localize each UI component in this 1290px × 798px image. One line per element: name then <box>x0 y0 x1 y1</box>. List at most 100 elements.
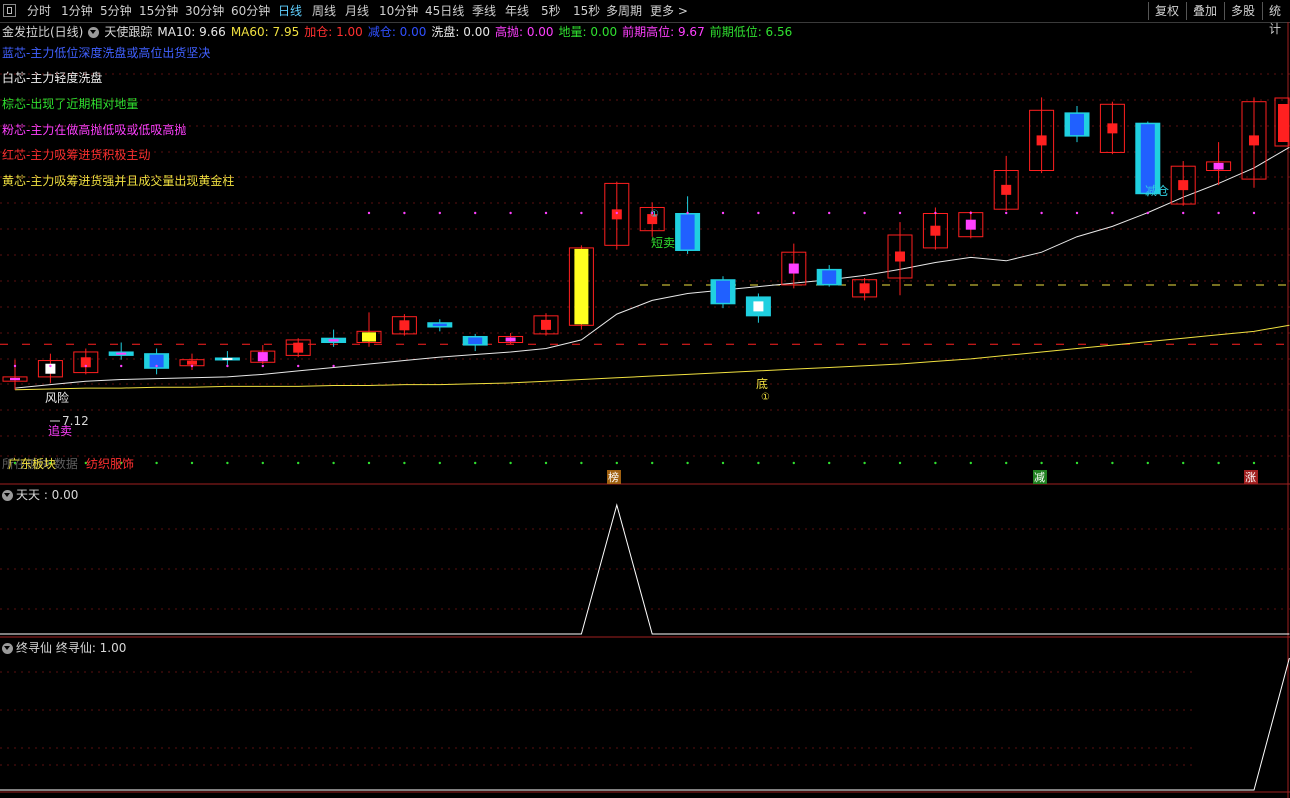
badge-zhang: 涨 <box>1245 471 1256 484</box>
candle-core-33 <box>1178 180 1189 191</box>
candle-marker-16 <box>580 211 583 215</box>
candle-marker-24 <box>863 211 866 215</box>
bottom-dot-28 <box>1005 461 1008 465</box>
candle-marker-33 <box>1182 211 1185 215</box>
bottom-dot-10 <box>367 461 371 465</box>
candle-core-20 <box>716 280 730 303</box>
bottom-dot-22 <box>792 461 795 465</box>
bottom-dot-34 <box>1217 461 1220 465</box>
annotation-top-marker: ① <box>650 209 659 220</box>
bottom-dot-4 <box>155 461 158 465</box>
candle-marker-34 <box>1217 211 1220 215</box>
bottom-dot-19 <box>686 461 689 465</box>
sub-panel-2-title: 终寻仙 终寻仙: 1.00 <box>2 639 126 656</box>
bottom-dot-14 <box>509 461 512 465</box>
candle-core-17 <box>611 209 622 220</box>
sector-label-1: 广东板块 <box>8 457 56 471</box>
bottom-dot-20 <box>721 461 725 465</box>
candle-marker-15 <box>544 211 548 215</box>
candle-marker-7 <box>261 364 264 368</box>
candle-core-25 <box>895 251 905 262</box>
candle-core-5 <box>187 360 197 365</box>
candle-marker-31 <box>1111 211 1114 215</box>
candle-marker-2 <box>84 364 88 368</box>
candle-marker-29 <box>1040 211 1043 215</box>
candle-marker-19 <box>686 211 689 215</box>
kline-chart[interactable]: 短卖减仓底①①风险7.12追卖所在板块 数据广东板块 纺织服饰榜减涨 <box>0 0 1290 798</box>
bottom-dot-15 <box>544 461 548 465</box>
candle-marker-27 <box>969 211 972 215</box>
candle-core-26 <box>930 225 941 236</box>
bottom-dot-11 <box>403 461 406 465</box>
sub-panel-1-dropdown-icon[interactable] <box>2 490 13 501</box>
ma10-line <box>14 146 1290 389</box>
edge-candle-core <box>1278 104 1289 142</box>
bottom-dot-6 <box>226 461 229 465</box>
ma60-line <box>14 324 1290 391</box>
bottom-dot-33 <box>1182 461 1185 465</box>
candle-marker-32 <box>1146 211 1150 215</box>
candle-core-3 <box>116 352 127 355</box>
bottom-dot-21 <box>757 461 760 465</box>
sub-panel-2-line <box>0 657 1290 791</box>
candle-marker-9 <box>332 364 335 368</box>
bottom-dot-24 <box>863 461 866 465</box>
candle-core-0 <box>10 377 20 381</box>
candle-core-31 <box>1107 123 1118 134</box>
candle-core-23 <box>822 270 837 284</box>
candle-marker-17 <box>615 211 618 215</box>
candle-marker-12 <box>438 211 441 215</box>
candle-core-10 <box>362 332 376 342</box>
candle-core-11 <box>399 320 410 331</box>
bottom-dot-9 <box>332 461 335 465</box>
sub-panel-2-label: 终寻仙 终寻仙: 1.00 <box>16 641 127 655</box>
candle-marker-11 <box>403 211 406 215</box>
bottom-dot-30 <box>1075 461 1079 465</box>
candle-marker-26 <box>934 211 937 215</box>
candle-core-21 <box>753 301 764 312</box>
candle-marker-1 <box>49 364 52 368</box>
candle-core-16 <box>574 248 589 325</box>
candle-core-15 <box>541 319 551 330</box>
sub-panel-2-dropdown-icon[interactable] <box>2 643 13 654</box>
bottom-dot-5 <box>190 461 194 465</box>
candle-core-35 <box>1249 135 1259 146</box>
candle-marker-8 <box>297 364 300 368</box>
candle-core-30 <box>1070 113 1084 136</box>
candle-core-14 <box>505 337 516 342</box>
bottom-dot-23 <box>828 461 831 465</box>
candle-core-8 <box>293 342 304 353</box>
candle-marker-35 <box>1252 211 1256 215</box>
candle-marker-13 <box>474 211 477 215</box>
bottom-dot-12 <box>438 461 441 465</box>
candle-marker-0 <box>13 364 17 368</box>
candle-core-29 <box>1036 135 1047 146</box>
candle-marker-25 <box>898 211 902 215</box>
candle-marker-22 <box>792 211 795 215</box>
candle-marker-5 <box>190 364 194 368</box>
candle-marker-21 <box>757 211 760 215</box>
candle-marker-23 <box>828 211 831 215</box>
candle-core-32 <box>1140 124 1155 193</box>
bottom-dot-13 <box>474 461 477 465</box>
annotation-di: 底 <box>756 376 768 391</box>
candle-core-34 <box>1213 162 1224 170</box>
candle-marker-3 <box>120 364 123 368</box>
bottom-dot-16 <box>580 461 583 465</box>
candle-core-28 <box>1001 184 1012 195</box>
bottom-dot-31 <box>1111 461 1114 465</box>
candle-core-22 <box>788 263 799 274</box>
bottom-dot-8 <box>297 461 300 465</box>
bottom-dot-25 <box>898 461 902 465</box>
annotation-di-marker: ① <box>761 392 770 403</box>
annotation-zhui-mai: 追卖 <box>48 423 72 438</box>
candle-core-13 <box>468 337 483 345</box>
sub-panel-1-label: 天天 : 0.00 <box>16 488 79 502</box>
candle-marker-6 <box>226 364 229 368</box>
sub-panel-1-title: 天天 : 0.00 <box>2 486 78 503</box>
candle-marker-4 <box>155 364 158 368</box>
candle-core-19 <box>680 214 695 250</box>
candle-core-27 <box>965 219 976 230</box>
annotation-risk: 风险 <box>45 390 69 405</box>
annotation-jian-cang: 减仓 <box>1145 184 1169 198</box>
